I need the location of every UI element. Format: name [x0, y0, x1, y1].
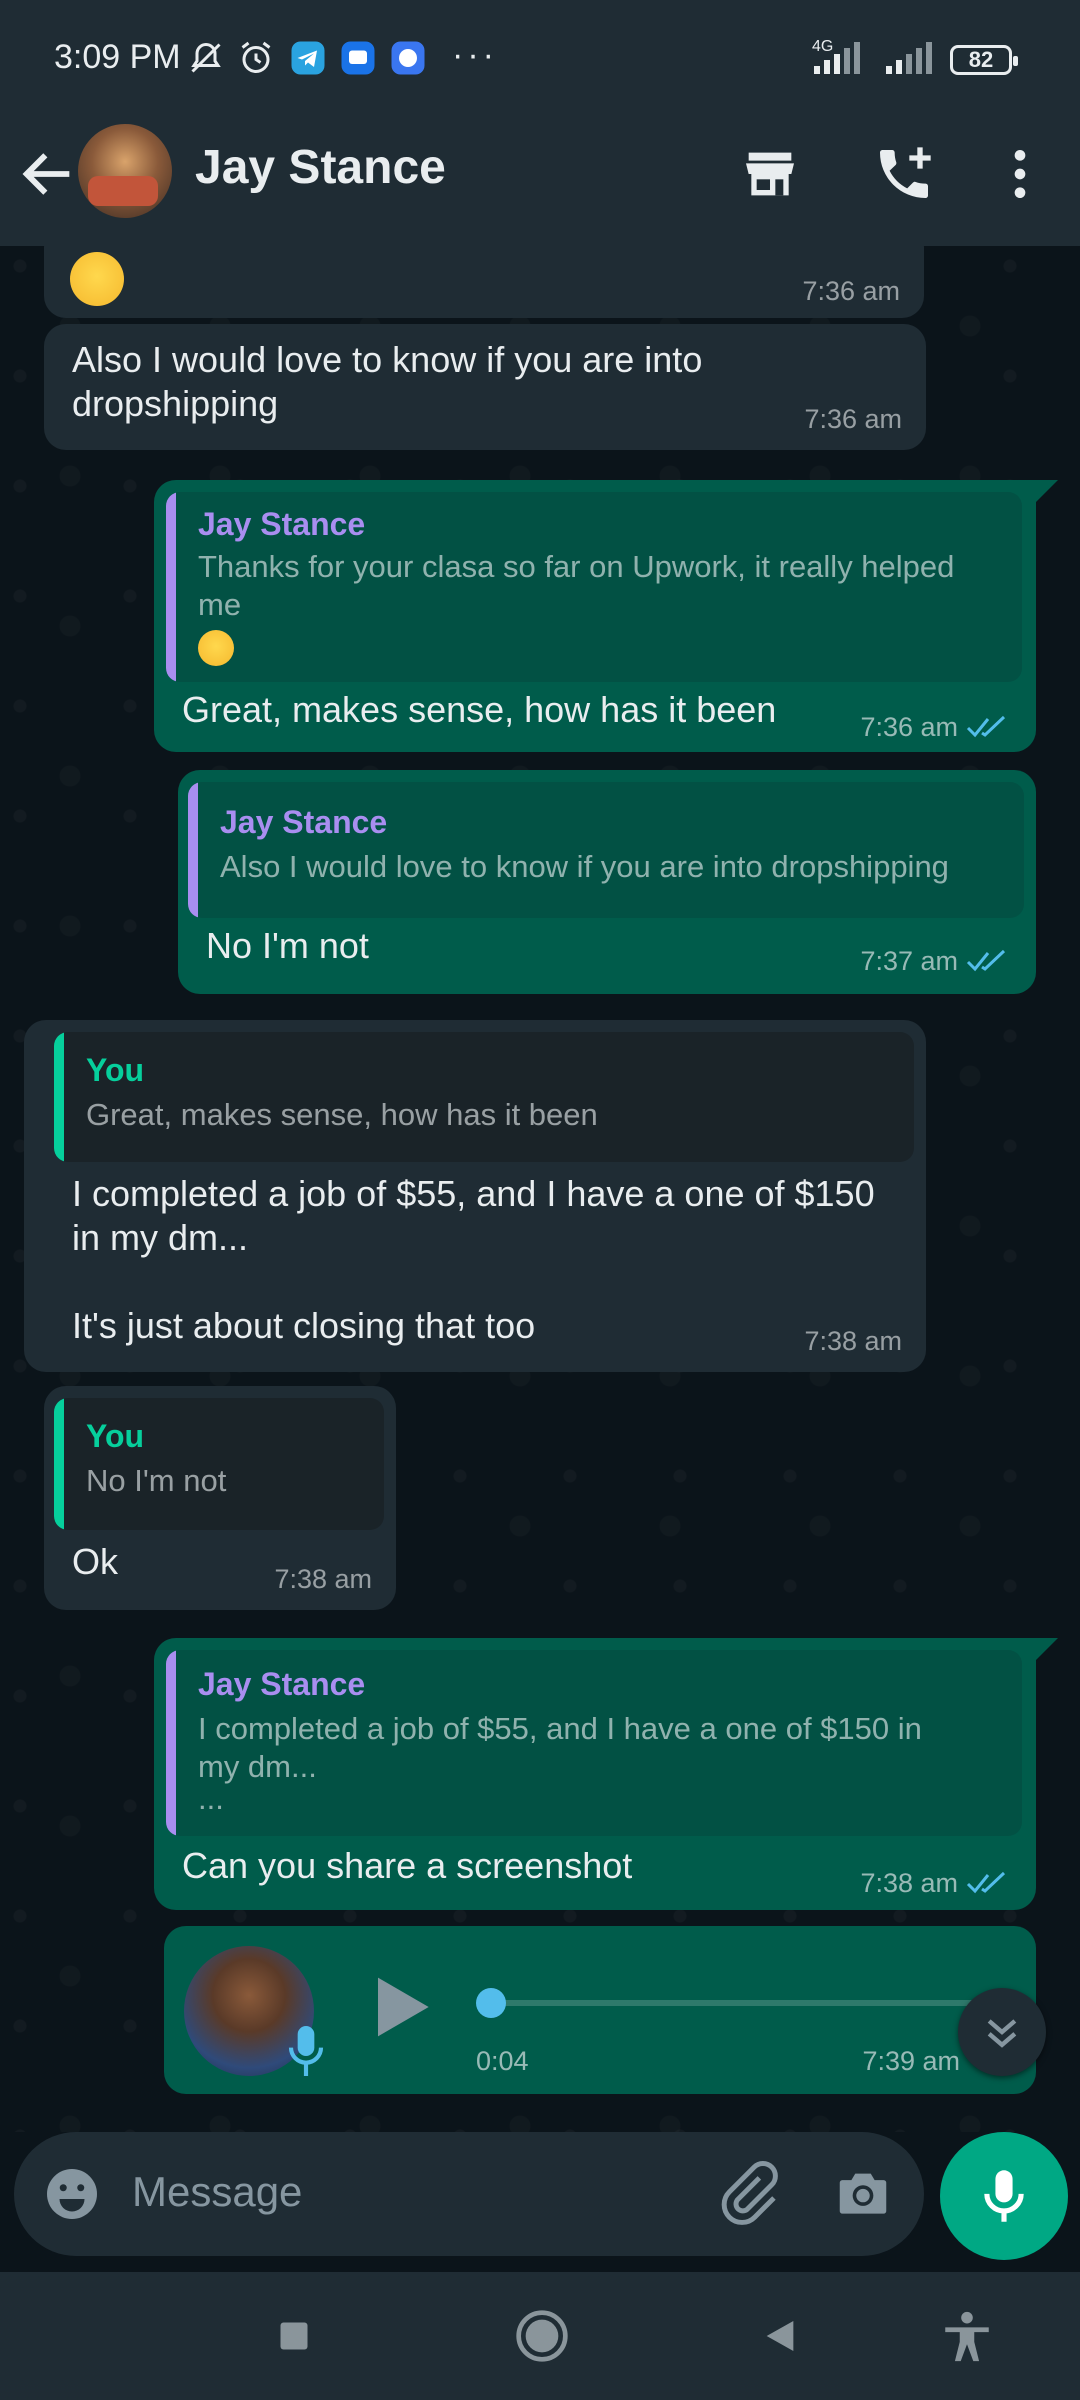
- message-text: Ok: [72, 1541, 119, 1582]
- top-bar: 3:09 PM ··· 4G 82 Jay Stance: [0, 0, 1080, 246]
- quote-text: I completed a job of $55, and I have a o…: [198, 1711, 922, 1746]
- store-icon[interactable]: [738, 142, 802, 206]
- voice-duration: 0:04: [476, 2046, 529, 2076]
- read-ticks-icon: [966, 949, 1006, 972]
- system-nav-bar: [0, 2272, 1080, 2400]
- add-call-icon[interactable]: [872, 142, 936, 206]
- double-chevron-down-icon: [987, 2019, 1017, 2048]
- back-arrow-icon[interactable]: [16, 142, 80, 206]
- chat-area[interactable]: 7:36 am Also I would love to know if you…: [0, 246, 1080, 2132]
- mic-badge-icon: [288, 2026, 324, 2076]
- quoted-message[interactable]: Jay Stance I completed a job of $55, and…: [166, 1650, 1022, 1836]
- quote-author: You: [86, 1418, 145, 1454]
- quote-author: Jay Stance: [198, 506, 366, 542]
- battery-indicator: 82: [950, 45, 1018, 75]
- smile-emoji-icon: [70, 252, 124, 306]
- contact-name[interactable]: Jay Stance: [195, 140, 446, 195]
- message-text: Also I would love to know if you are int…: [72, 339, 703, 380]
- message-time: 7:37 am: [860, 946, 958, 976]
- read-ticks-icon: [966, 715, 1006, 738]
- message-text: dropshipping: [72, 383, 279, 424]
- emoji-icon[interactable]: [42, 2164, 102, 2224]
- message-incoming[interactable]: You No I'm not Ok 7:38 am: [44, 1386, 396, 1610]
- message-time: 7:36 am: [804, 404, 902, 434]
- smile-emoji-icon: [198, 630, 234, 666]
- home-circle-icon[interactable]: [514, 2308, 570, 2364]
- message-time: 7:36 am: [860, 712, 958, 742]
- play-icon[interactable]: [370, 1972, 434, 2042]
- signal-bars-2-icon: [886, 42, 932, 74]
- status-bar: 3:09 PM ··· 4G 82: [0, 0, 1080, 110]
- message-text: Can you share a screenshot: [182, 1845, 633, 1886]
- message-outgoing[interactable]: Jay Stance Thanks for your clasa so far …: [154, 480, 1036, 752]
- quote-text: Thanks for your clasa so far on Upwork, …: [198, 549, 955, 584]
- signal-app-icon: [391, 41, 425, 75]
- bubble-tail: [1036, 1638, 1058, 1660]
- status-time: 3:09 PM: [54, 38, 181, 76]
- quote-text: Also I would love to know if you are int…: [220, 849, 949, 884]
- voice-progress-track[interactable]: [490, 2000, 1010, 2006]
- message-outgoing[interactable]: Jay Stance Also I would love to know if …: [178, 770, 1036, 994]
- message-text: Great, makes sense, how has it been: [182, 689, 777, 730]
- voice-message[interactable]: 0:04 7:39 am: [164, 1926, 1036, 2094]
- message-placeholder: Message: [132, 2168, 303, 2215]
- quoted-message[interactable]: You Great, makes sense, how has it been: [54, 1032, 914, 1162]
- message-time: 7:38 am: [804, 1326, 902, 1356]
- message-time: 7:36 am: [802, 276, 900, 306]
- quote-author: Jay Stance: [198, 1666, 366, 1702]
- composer: Message: [0, 2132, 1080, 2272]
- message-time: 7:38 am: [860, 1868, 958, 1898]
- message-time: 7:38 am: [274, 1564, 372, 1594]
- message-incoming[interactable]: You Great, makes sense, how has it been …: [24, 1020, 926, 1372]
- message-text: in my dm...: [72, 1217, 249, 1258]
- mute-bell-icon: [191, 42, 221, 73]
- message-time: 7:39 am: [862, 2046, 960, 2076]
- accessibility-icon[interactable]: [938, 2308, 996, 2366]
- signal-bars-icon: [814, 42, 860, 74]
- chat-header: Jay Stance: [0, 110, 1080, 246]
- quoted-message[interactable]: You No I'm not: [54, 1398, 384, 1530]
- quote-text: Great, makes sense, how has it been: [86, 1097, 598, 1132]
- message-incoming[interactable]: Also I would love to know if you are int…: [44, 324, 926, 450]
- quote-author: You: [86, 1052, 145, 1088]
- more-notifications-icon: ···: [452, 36, 498, 74]
- message-outgoing[interactable]: Jay Stance I completed a job of $55, and…: [154, 1638, 1036, 1910]
- scroll-to-bottom-button[interactable]: [958, 1988, 1046, 2076]
- microphone-icon: [984, 2170, 1024, 2222]
- quote-author: Jay Stance: [220, 804, 388, 840]
- camera-icon[interactable]: [832, 2162, 894, 2224]
- contact-avatar[interactable]: [78, 124, 172, 218]
- quoted-message[interactable]: Jay Stance Also I would love to know if …: [188, 782, 1024, 918]
- attach-icon[interactable]: [714, 2160, 780, 2226]
- recents-square-icon[interactable]: [276, 2318, 312, 2354]
- message-text: It's just about closing that too: [72, 1305, 536, 1346]
- message-input[interactable]: Message: [14, 2132, 924, 2256]
- message-text: I completed a job of $55, and I have a o…: [72, 1173, 875, 1214]
- quote-text: ...: [198, 1781, 224, 1816]
- read-ticks-icon: [966, 1871, 1006, 1894]
- message-incoming[interactable]: 7:36 am: [44, 246, 924, 318]
- telegram-icon: [291, 41, 325, 75]
- message-text: No I'm not: [206, 925, 369, 966]
- voice-progress-thumb[interactable]: [476, 1988, 506, 2018]
- voice-record-button[interactable]: [940, 2132, 1068, 2260]
- messages-icon: [341, 41, 375, 75]
- alarm-icon: [241, 41, 271, 73]
- more-options-icon[interactable]: [988, 142, 1052, 206]
- quote-text: me: [198, 587, 242, 622]
- quote-text: No I'm not: [86, 1463, 227, 1498]
- bubble-tail: [1036, 480, 1058, 502]
- quoted-message[interactable]: Jay Stance Thanks for your clasa so far …: [166, 492, 1022, 682]
- back-triangle-icon[interactable]: [760, 2316, 800, 2356]
